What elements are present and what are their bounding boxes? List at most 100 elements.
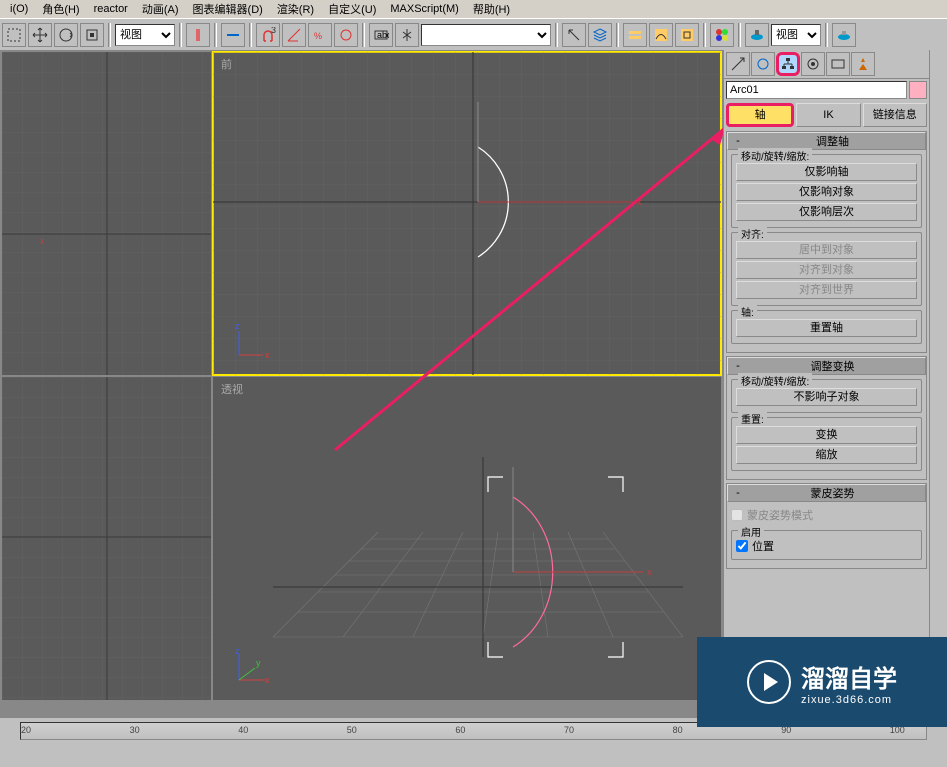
svg-text:z: z — [235, 648, 240, 656]
menu-item[interactable]: 渲染(R) — [271, 0, 320, 19]
viewport-bottom-left[interactable] — [2, 377, 211, 700]
group-label: 启用 — [738, 524, 764, 539]
pivot-icon[interactable] — [186, 23, 210, 47]
separator — [703, 23, 706, 47]
viewport-front[interactable]: 前 x x z — [213, 52, 721, 375]
skin-pose-mode-checkbox[interactable] — [731, 509, 743, 521]
move-icon[interactable] — [28, 23, 52, 47]
menu-item[interactable]: MAXScript(M) — [384, 1, 464, 17]
reset-transform-button[interactable]: 变换 — [736, 426, 917, 444]
group-label: 移动/旋转/缩放: — [738, 148, 812, 163]
hierarchy-tab-icon[interactable] — [776, 52, 800, 76]
separator — [738, 23, 741, 47]
svg-text:%: % — [314, 31, 322, 41]
menu-item[interactable]: reactor — [88, 1, 134, 17]
tick: 50 — [347, 725, 357, 735]
select-filter-icon[interactable] — [221, 23, 245, 47]
viewport-label: 透视 — [221, 381, 243, 397]
tick: 70 — [564, 725, 574, 735]
create-tab-icon[interactable] — [726, 52, 750, 76]
menu-item[interactable]: 帮助(H) — [467, 0, 516, 19]
watermark-text: 溜溜自学 — [801, 659, 897, 694]
separator — [179, 23, 182, 47]
menu-item[interactable]: 角色(H) — [36, 0, 85, 19]
svg-text:x: x — [265, 675, 270, 685]
material-editor-icon[interactable] — [710, 23, 734, 47]
svg-text:abc: abc — [377, 30, 389, 40]
snap-icon[interactable]: 3 — [256, 23, 280, 47]
command-tabs — [724, 50, 929, 79]
axis-gizmo-icon: x z y — [231, 648, 271, 688]
svg-text:3: 3 — [271, 27, 276, 35]
separator — [825, 23, 828, 47]
menu-item[interactable]: i(O) — [4, 1, 34, 17]
separator — [249, 23, 252, 47]
align-icon[interactable] — [562, 23, 586, 47]
percent-snap-icon[interactable]: % — [308, 23, 332, 47]
label: 位置 — [752, 538, 774, 554]
reset-pivot-button[interactable]: 重置轴 — [736, 319, 917, 337]
main-toolbar: 视图 3 % abc 视图 — [0, 18, 947, 50]
svg-text:x: x — [637, 197, 642, 207]
watermark-url: zixue.3d66.com — [801, 694, 897, 706]
selection-set-select[interactable] — [421, 24, 551, 46]
spinner-snap-icon[interactable] — [334, 23, 358, 47]
display-tab-icon[interactable] — [826, 52, 850, 76]
layers-icon[interactable] — [588, 23, 612, 47]
align-to-world-button[interactable]: 对齐到世界 — [736, 281, 917, 299]
render-view-select[interactable]: 视图 — [771, 24, 821, 46]
motion-tab-icon[interactable] — [801, 52, 825, 76]
named-sel-icon[interactable]: abc — [369, 23, 393, 47]
utilities-tab-icon[interactable] — [851, 52, 875, 76]
object-color-swatch[interactable] — [909, 81, 927, 99]
svg-text:x: x — [265, 350, 270, 360]
align-to-object-button[interactable]: 对齐到对象 — [736, 261, 917, 279]
tab-axis[interactable]: 轴 — [726, 103, 794, 127]
main-area: x 前 x x z — [0, 50, 947, 717]
curve-editor-icon[interactable] — [649, 23, 673, 47]
affect-hierarchy-button[interactable]: 仅影响层次 — [736, 203, 917, 221]
group-label: 对齐: — [738, 226, 767, 241]
separator — [108, 23, 111, 47]
rollout-header[interactable]: - 蒙皮姿势 — [727, 484, 926, 502]
collapse-icon: - — [732, 360, 744, 372]
viewport-perspective[interactable]: 透视 — [213, 377, 721, 700]
menu-item[interactable]: 动画(A) — [136, 0, 185, 19]
tab-link-info[interactable]: 链接信息 — [863, 103, 927, 127]
viewport-top-left[interactable]: x — [2, 52, 211, 375]
tab-ik[interactable]: IK — [796, 103, 860, 127]
position-checkbox[interactable] — [736, 540, 748, 552]
reset-scale-button[interactable]: 缩放 — [736, 446, 917, 464]
group-label: 移动/旋转/缩放: — [738, 373, 812, 388]
render-setup-icon[interactable] — [745, 23, 769, 47]
panel-scrollbar[interactable] — [929, 50, 947, 717]
layer-manager-icon[interactable] — [623, 23, 647, 47]
scale-icon[interactable] — [80, 23, 104, 47]
tick: 60 — [455, 725, 465, 735]
center-to-object-button[interactable]: 居中到对象 — [736, 241, 917, 259]
collapse-icon: - — [732, 135, 744, 147]
mirror-icon[interactable] — [395, 23, 419, 47]
tick: 30 — [130, 725, 140, 735]
separator — [616, 23, 619, 47]
menu-item[interactable]: 自定义(U) — [322, 0, 382, 19]
coord-system-select[interactable]: 视图 — [115, 24, 175, 46]
play-logo-icon — [747, 660, 791, 704]
separator — [214, 23, 217, 47]
menu-item[interactable]: 图表编辑器(D) — [187, 0, 269, 19]
render-icon[interactable] — [832, 23, 856, 47]
rollout-adjust-pivot: - 调整轴 移动/旋转/缩放: 仅影响轴 仅影响对象 仅影响层次 对齐: 居中到… — [726, 131, 927, 353]
tick: 80 — [673, 725, 683, 735]
modify-tab-icon[interactable] — [751, 52, 775, 76]
rollout-adjust-transform: - 调整变换 移动/旋转/缩放: 不影响子对象 重置: 变换 缩放 — [726, 356, 927, 480]
affect-pivot-button[interactable]: 仅影响轴 — [736, 163, 917, 181]
object-name-input[interactable] — [726, 81, 907, 99]
svg-text:x: x — [647, 567, 652, 577]
rotate-icon[interactable] — [54, 23, 78, 47]
affect-object-button[interactable]: 仅影响对象 — [736, 183, 917, 201]
select-region-icon[interactable] — [2, 23, 26, 47]
axis-gizmo-icon: x z — [231, 323, 271, 363]
dont-affect-children-button[interactable]: 不影响子对象 — [736, 388, 917, 406]
schematic-icon[interactable] — [675, 23, 699, 47]
angle-snap-icon[interactable] — [282, 23, 306, 47]
